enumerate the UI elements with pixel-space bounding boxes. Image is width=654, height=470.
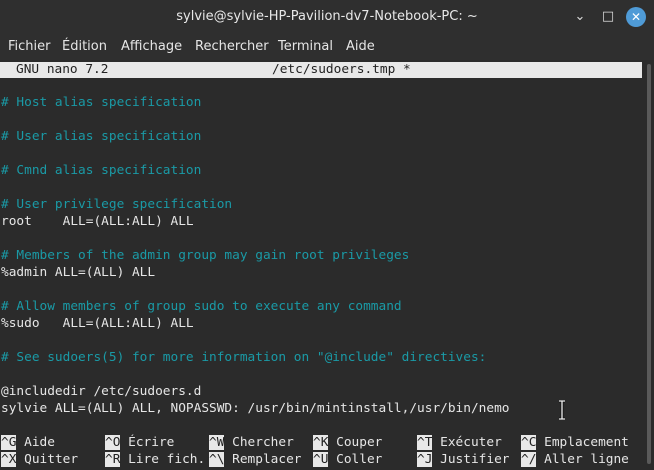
shortcut-key: ^R bbox=[105, 452, 121, 467]
menu-edition[interactable]: Édition bbox=[62, 39, 107, 54]
shortcut-quitter[interactable]: ^X Quitter bbox=[1, 451, 78, 468]
close-icon[interactable]: ✕ bbox=[626, 7, 646, 27]
shortcut-label: Chercher bbox=[232, 435, 294, 450]
window-titlebar: sylvie@sylvie-HP-Pavilion-dv7-Notebook-P… bbox=[0, 0, 654, 34]
menu-affichage[interactable]: Affichage bbox=[121, 39, 182, 54]
shortcut-label: Lire fich. bbox=[128, 452, 206, 467]
shortcut-justifier[interactable]: ^J Justifier bbox=[417, 451, 509, 468]
shortcut-label: Exécuter bbox=[440, 435, 502, 450]
window-title: sylvie@sylvie-HP-Pavilion-dv7-Notebook-P… bbox=[176, 9, 478, 24]
menu-bar: Fichier Édition Affichage Rechercher Ter… bbox=[0, 34, 654, 60]
terminal-scrollbar[interactable] bbox=[644, 60, 654, 470]
shortcut-remplacer[interactable]: ^\ Remplacer bbox=[209, 451, 301, 468]
shortcut-key: ^T bbox=[417, 435, 433, 450]
text-cursor-icon bbox=[559, 400, 565, 420]
editor-line: # Allow members of group sudo to execute… bbox=[1, 299, 402, 314]
editor-line: @includedir /etc/sudoers.d bbox=[1, 384, 202, 399]
shortcut-label: Quitter bbox=[24, 452, 79, 467]
shortcut-key: ^X bbox=[1, 452, 17, 467]
editor-line: # Members of the admin group may gain ro… bbox=[1, 248, 410, 263]
shortcut-key: ^/ bbox=[521, 452, 537, 467]
editor-line: # Cmnd alias specification bbox=[1, 163, 202, 178]
menu-rechercher[interactable]: Rechercher bbox=[195, 39, 269, 54]
minimize-icon[interactable]: ⌄ bbox=[570, 7, 590, 27]
maximize-icon[interactable]: □ bbox=[598, 7, 618, 27]
editor-line: %sudo ALL=(ALL:ALL) ALL bbox=[1, 316, 194, 331]
shortcut-emplacement[interactable]: ^C Emplacement bbox=[521, 434, 629, 451]
shortcut-key: ^J bbox=[417, 452, 433, 467]
shortcut-lire-fichier[interactable]: ^R Lire fich. bbox=[105, 451, 205, 468]
shortcut-label: Aller ligne bbox=[544, 452, 629, 467]
nano-header: GNU nano 7.2 /etc/sudoers.tmp * bbox=[0, 62, 642, 78]
nano-shortcuts: ^G Aide ^O Écrire ^W Chercher ^K Couper … bbox=[0, 434, 642, 470]
shortcut-key: ^W bbox=[209, 435, 225, 450]
editor-line: root ALL=(ALL:ALL) ALL bbox=[1, 214, 194, 229]
scrollbar-thumb[interactable] bbox=[647, 64, 651, 464]
shortcut-label: Remplacer bbox=[232, 452, 302, 467]
menu-fichier[interactable]: Fichier bbox=[8, 39, 51, 54]
shortcut-key: ^G bbox=[1, 435, 17, 450]
terminal-area[interactable]: GNU nano 7.2 /etc/sudoers.tmp * # Host a… bbox=[0, 60, 642, 470]
editor-line: sylvie ALL=(ALL) ALL, NOPASSWD: /usr/bin… bbox=[1, 401, 510, 416]
shortcut-label: Justifier bbox=[440, 452, 510, 467]
shortcut-aller-ligne[interactable]: ^/ Aller ligne bbox=[521, 451, 629, 468]
shortcut-key: ^U bbox=[313, 452, 329, 467]
shortcut-aide[interactable]: ^G Aide bbox=[1, 434, 55, 451]
menu-terminal[interactable]: Terminal bbox=[278, 39, 333, 54]
shortcut-label: Écrire bbox=[128, 435, 175, 450]
shortcut-key: ^\ bbox=[209, 452, 225, 467]
menu-aide[interactable]: Aide bbox=[346, 39, 375, 54]
editor-line: # See sudoers(5) for more information on… bbox=[1, 350, 487, 365]
shortcut-label: Coller bbox=[336, 452, 383, 467]
shortcut-executer[interactable]: ^T Exécuter bbox=[417, 434, 502, 451]
nano-version: GNU nano 7.2 bbox=[16, 62, 109, 77]
shortcut-key: ^K bbox=[313, 435, 329, 450]
shortcut-label: Emplacement bbox=[544, 435, 629, 450]
editor-line: %admin ALL=(ALL) ALL bbox=[1, 265, 156, 280]
editor-line: # User alias specification bbox=[1, 129, 202, 144]
nano-filename: /etc/sudoers.tmp * bbox=[272, 62, 411, 77]
shortcut-ecrire[interactable]: ^O Écrire bbox=[105, 434, 174, 451]
shortcut-couper[interactable]: ^K Couper bbox=[313, 434, 382, 451]
shortcut-coller[interactable]: ^U Coller bbox=[313, 451, 382, 468]
shortcut-key: ^O bbox=[105, 435, 121, 450]
shortcut-label: Couper bbox=[336, 435, 383, 450]
editor-line: # Host alias specification bbox=[1, 95, 202, 110]
shortcut-chercher[interactable]: ^W Chercher bbox=[209, 434, 294, 451]
shortcut-label: Aide bbox=[24, 435, 55, 450]
editor-line: # User privilege specification bbox=[1, 197, 233, 212]
shortcut-key: ^C bbox=[521, 435, 537, 450]
